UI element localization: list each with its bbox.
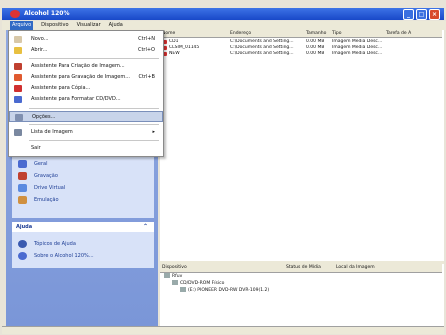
image-list-icon xyxy=(14,129,22,136)
menu-item-label: Novo... xyxy=(31,36,49,42)
menu-item-label: Assistente para Cópia... xyxy=(31,85,91,91)
menu-item-label: Assistente Para Criação de Imagem... xyxy=(31,63,125,69)
menu-item-label: Assistente para Gravação de Imagem... xyxy=(31,74,131,80)
virtual-drive-icon xyxy=(18,184,27,192)
submenu-arrow-icon: ▸ xyxy=(152,129,155,135)
emulation-icon xyxy=(18,196,27,204)
help-panel-title: Ajuda xyxy=(16,224,33,230)
tree-node-root[interactable]: Rfuv xyxy=(164,273,182,280)
computer-icon xyxy=(164,273,170,278)
menu-item-format-wizard[interactable]: Assistente para Formatar CD/DVD... xyxy=(9,94,163,105)
task-label: Geral xyxy=(34,161,48,167)
menu-item-new[interactable]: Novo... Ctrl+N xyxy=(9,34,163,45)
menu-divider xyxy=(29,140,159,141)
title-bar: Alcohol 120% _ □ × xyxy=(2,8,444,20)
help-panel-header[interactable]: Ajuda ⌃ xyxy=(12,222,154,232)
menu-item-label: Sair xyxy=(31,145,41,151)
chevron-up-icon[interactable]: ⌃ xyxy=(143,222,148,232)
close-button[interactable]: × xyxy=(429,9,440,20)
new-file-icon xyxy=(14,36,22,43)
window-controls: _ □ × xyxy=(403,9,440,20)
task-label: Emulação xyxy=(34,197,59,203)
column-task[interactable]: Tarefa de A xyxy=(386,30,440,37)
menu-item-copy-wizard[interactable]: Assistente para Cópia... xyxy=(9,83,163,94)
menu-item-open[interactable]: Abrir... Ctrl+O xyxy=(9,45,163,56)
task-drive-virtual[interactable]: Drive Virtual xyxy=(12,182,154,194)
image-wizard-icon xyxy=(14,63,22,70)
menu-item-shortcut: Ctrl+B xyxy=(138,74,155,80)
task-label: Sobre o Alcohol 120%... xyxy=(34,253,94,259)
menu-item-burn-wizard[interactable]: Assistente para Gravação de Imagem... Ct… xyxy=(9,72,163,83)
menu-item-image-wizard[interactable]: Assistente Para Criação de Imagem... xyxy=(9,61,163,72)
tree-label: CD/DVD-ROM Físico xyxy=(180,281,225,286)
tree-node-drive[interactable]: (E:) PIONEER DVD-RW DVR-109(1.2) xyxy=(180,287,269,294)
recording-icon xyxy=(18,172,27,180)
tree-label: Rfuv xyxy=(172,274,183,279)
status-bar xyxy=(2,326,444,334)
menu-item-label: Abrir... xyxy=(31,47,48,53)
menu-item-exit[interactable]: Sair xyxy=(9,143,163,154)
format-wizard-icon xyxy=(14,96,22,103)
column-device[interactable]: Dispositivo xyxy=(162,264,282,272)
menu-item-options[interactable]: Opções... xyxy=(9,111,163,122)
menu-item-shortcut: Ctrl+O xyxy=(137,47,155,53)
menu-dispositivo[interactable]: Dispositivo xyxy=(41,21,68,30)
help-topics-icon xyxy=(18,240,27,248)
general-icon xyxy=(18,160,27,168)
column-address[interactable]: Endereço xyxy=(230,30,302,37)
menu-item-image-list[interactable]: Lista de Imagem ▸ xyxy=(9,127,163,138)
open-folder-icon xyxy=(14,47,22,54)
task-about[interactable]: Sobre o Alcohol 120%... xyxy=(12,250,154,262)
dvd-drive-icon xyxy=(180,287,186,292)
menu-arquivo[interactable]: Arquivo xyxy=(10,21,34,30)
menu-divider xyxy=(29,124,159,125)
alcohol-app-icon xyxy=(10,10,20,18)
minimize-button[interactable]: _ xyxy=(403,9,414,20)
task-label: Tópicos de Ajuda xyxy=(34,241,76,247)
cd-drive-group-icon xyxy=(172,280,178,285)
menu-ajuda[interactable]: Ajuda xyxy=(109,21,123,30)
menu-bar: Arquivo Dispositivo Visualizar Ajuda xyxy=(2,21,446,30)
device-list-header: Dispositivo Status de Mídia Local da Ima… xyxy=(160,264,442,273)
menu-item-shortcut: Ctrl+N xyxy=(138,36,155,42)
tree-label: (E:) PIONEER DVD-RW DVR-109(1.2) xyxy=(188,288,270,293)
task-emulacao[interactable]: Emulação xyxy=(12,194,154,206)
menu-visualizar[interactable]: Visualizar xyxy=(77,21,101,30)
menu-item-label: Opções... xyxy=(32,114,56,120)
app-window: Alcohol 120% _ □ × Arquivo Dispositivo V… xyxy=(0,0,446,335)
column-size[interactable]: Tamanho xyxy=(306,30,330,37)
task-help-topics[interactable]: Tópicos de Ajuda xyxy=(12,238,154,250)
column-media-status[interactable]: Status de Mídia xyxy=(286,264,332,272)
column-name[interactable]: Nome xyxy=(162,30,228,37)
menu-divider xyxy=(29,108,159,109)
image-type: Imagem Media Desc... xyxy=(332,51,383,56)
burn-wizard-icon xyxy=(14,74,22,81)
image-path: C:\Documents and Setting... xyxy=(230,51,294,56)
menu-divider xyxy=(29,58,159,59)
image-row[interactable]: NEW C:\Documents and Setting... 0.00 MB … xyxy=(160,51,442,57)
task-geral[interactable]: Geral xyxy=(12,158,154,170)
image-size: 0.00 MB xyxy=(306,51,325,56)
column-type[interactable]: Tipo xyxy=(332,30,382,37)
task-gravacao[interactable]: Gravação xyxy=(12,170,154,182)
column-image-location[interactable]: Local da Imagem xyxy=(336,264,396,272)
file-menu-dropdown: Novo... Ctrl+N Abrir... Ctrl+O Assistent… xyxy=(8,30,164,157)
options-panel: Geral Gravação Drive Virtual Emulação xyxy=(12,150,154,218)
options-icon xyxy=(15,114,23,121)
image-list-header: Nome Endereço Tamanho Tipo Tarefa de A xyxy=(160,30,442,38)
menu-item-label: Assistente para Formatar CD/DVD... xyxy=(31,96,121,102)
menu-item-label: Lista de Imagem xyxy=(31,129,73,135)
tree-node-physical[interactable]: CD/DVD-ROM Físico xyxy=(172,280,224,287)
copy-wizard-icon xyxy=(14,85,22,92)
help-panel: Ajuda ⌃ Tópicos de Ajuda Sobre o Alcohol… xyxy=(12,222,154,268)
task-label: Drive Virtual xyxy=(34,185,66,191)
main-pane: Nome Endereço Tamanho Tipo Tarefa de A C… xyxy=(160,30,444,328)
maximize-button[interactable]: □ xyxy=(416,9,427,20)
task-label: Gravação xyxy=(34,173,58,179)
image-name: NEW xyxy=(169,51,180,56)
about-icon xyxy=(18,252,27,260)
window-title: Alcohol 120% xyxy=(24,10,70,17)
